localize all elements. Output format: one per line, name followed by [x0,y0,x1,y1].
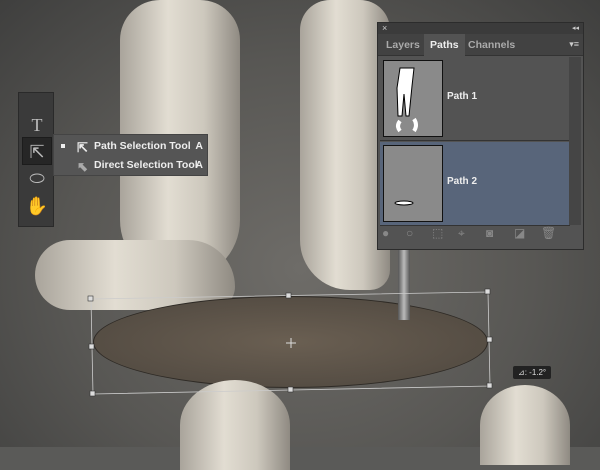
add-mask-icon[interactable]: ◙ [486,226,493,240]
arrow-pointer-icon: ⇱ [29,142,45,162]
path-name: Path 2 [447,176,478,187]
panel-footer: ● ○ ⬚ ⌖ ◙ ◪ 🗑 [378,223,568,245]
panel-tabs: Layers Paths Channels ▾≡ [378,34,583,56]
solid-arrow-icon: ⬉ [77,159,88,174]
paths-panel: × ◂◂ Layers Paths Channels ▾≡ Path 1 Pat… [377,22,584,250]
load-selection-icon[interactable]: ⬚ [432,226,443,240]
path-thumbnail [383,60,443,137]
close-icon[interactable]: × [382,23,387,34]
ellipse-tool-button[interactable]: ⬭ [22,164,52,192]
path-thumbnail [383,145,443,222]
stroke-path-icon[interactable]: ○ [406,226,413,240]
type-tool-button[interactable]: T [22,111,52,139]
new-path-icon[interactable]: ◪ [514,226,525,240]
panel-menu-icon[interactable]: ▾≡ [569,39,579,50]
panel-header: × ◂◂ [378,23,583,34]
tools-panel: T ⇱ ⬭ ✋ [18,92,54,227]
path-row-path-2[interactable]: Path 2 [380,142,570,226]
selected-indicator [61,144,65,148]
path-selection-tool-button[interactable]: ⇱ [22,137,52,165]
make-work-path-icon[interactable]: ⌖ [458,226,465,241]
panel-scrollbar[interactable] [569,57,581,225]
shortcut-key: A [195,140,203,152]
collapse-icon[interactable]: ◂◂ [572,23,579,34]
hand-tool-button[interactable]: ✋ [22,192,52,220]
tab-paths[interactable]: Paths [424,34,465,56]
menu-item-direct-selection-tool[interactable]: ⬉ Direct Selection Tool A [54,155,209,175]
rotation-angle-readout: ⊿: -1.2° [513,366,552,379]
tool-flyout-menu: ⇱ Path Selection Tool A ⬉ Direct Selecti… [53,134,208,176]
menu-item-label: Path Selection Tool [94,140,191,152]
menu-item-path-selection-tool[interactable]: ⇱ Path Selection Tool A [54,136,209,156]
fill-path-icon[interactable]: ● [382,226,389,240]
tab-layers[interactable]: Layers [380,34,426,56]
tab-channels[interactable]: Channels [462,34,521,56]
path-row-path-1[interactable]: Path 1 [380,57,570,141]
menu-item-label: Direct Selection Tool [94,159,198,171]
shortcut-key: A [195,159,203,171]
path-name: Path 1 [447,91,478,102]
trash-icon[interactable]: 🗑 [541,226,556,240]
